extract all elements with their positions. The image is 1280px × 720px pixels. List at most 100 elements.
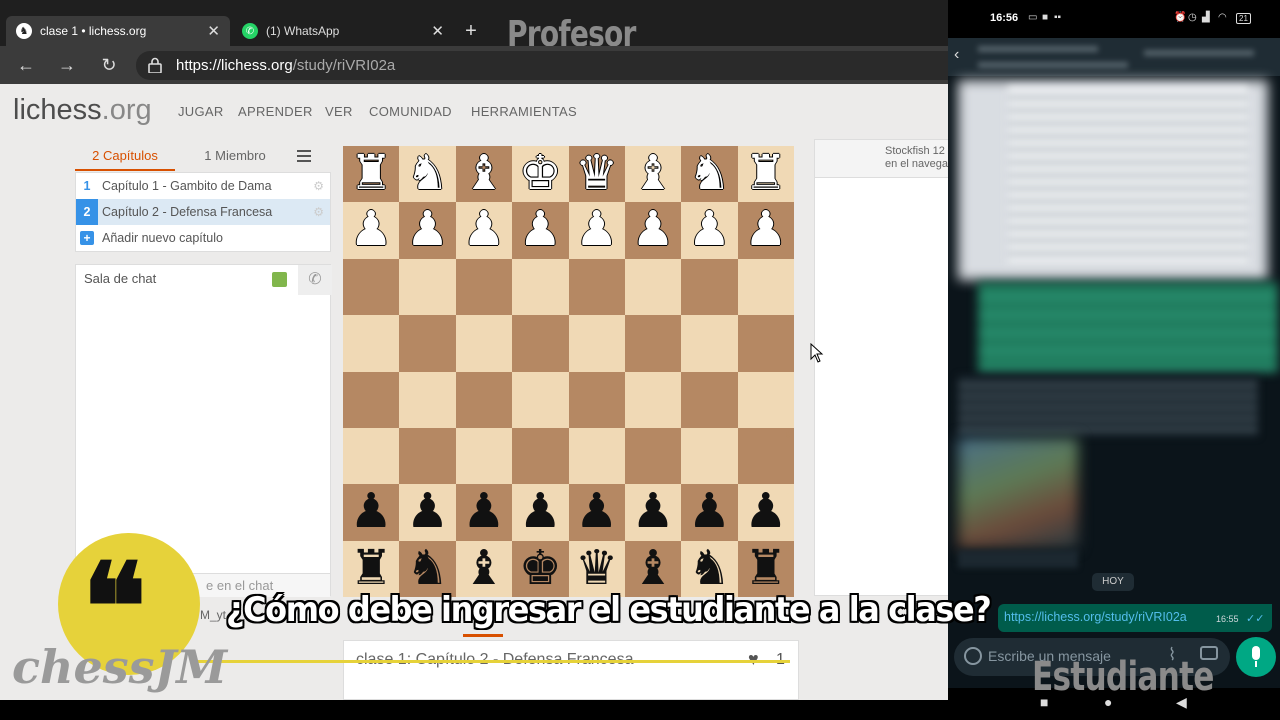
engine-name: Stockfish 12 bbox=[885, 145, 945, 157]
date-badge: HOY bbox=[1092, 573, 1134, 591]
rank-label: 7 bbox=[785, 486, 791, 497]
reload-icon[interactable]: ↻ bbox=[96, 52, 122, 78]
chat-toggle[interactable] bbox=[272, 272, 287, 287]
board-square[interactable] bbox=[624, 427, 682, 485]
chess-piece[interactable]: ♟ bbox=[625, 484, 681, 540]
signal-icon: ▟ bbox=[1202, 12, 1210, 23]
chess-piece[interactable]: ♜ bbox=[343, 540, 399, 597]
chess-piece[interactable]: ♟ bbox=[625, 202, 681, 258]
video-frame: ♞ clase 1 • lichess.org ✕ ✆ (1) WhatsApp… bbox=[0, 0, 1280, 720]
mic-button[interactable] bbox=[1236, 637, 1276, 677]
board-square[interactable] bbox=[681, 258, 738, 316]
message-link[interactable]: https://lichess.org/study/riVRI02a bbox=[1004, 610, 1187, 624]
mouse-cursor-icon bbox=[810, 343, 824, 363]
tab-chapters[interactable]: 2 Capítulos bbox=[75, 142, 175, 171]
board-square[interactable] bbox=[343, 315, 400, 372]
chess-piece[interactable]: ♟ bbox=[512, 484, 568, 540]
board-square[interactable] bbox=[681, 427, 738, 485]
board-square[interactable] bbox=[624, 258, 682, 316]
forward-icon[interactable]: → bbox=[54, 52, 80, 78]
gear-icon[interactable]: ⚙ bbox=[313, 173, 324, 199]
board-square[interactable] bbox=[624, 371, 682, 428]
chess-piece[interactable]: ♚ bbox=[512, 146, 568, 202]
chess-piece[interactable]: ♞ bbox=[681, 146, 737, 202]
board-square[interactable] bbox=[343, 427, 400, 485]
chess-piece[interactable]: ♞ bbox=[399, 146, 455, 202]
sent-message[interactable]: https://lichess.org/study/riVRI02a 16:55… bbox=[998, 604, 1272, 632]
board-square[interactable] bbox=[343, 371, 400, 428]
blurred-message bbox=[958, 550, 1078, 568]
back-arrow-icon[interactable]: ‹ bbox=[954, 46, 959, 64]
board-square[interactable] bbox=[681, 315, 738, 372]
board-square[interactable] bbox=[681, 371, 738, 428]
board-square[interactable] bbox=[455, 427, 513, 485]
chapter-item-2[interactable]: 2 Capítulo 2 - Defensa Francesa ⚙ bbox=[76, 199, 330, 225]
tab-members[interactable]: 1 Miembro bbox=[185, 142, 285, 170]
board-square[interactable] bbox=[568, 315, 625, 372]
menu-aprender[interactable]: APRENDER bbox=[238, 104, 313, 119]
board-square[interactable] bbox=[568, 371, 625, 428]
chess-piece[interactable]: ♝ bbox=[456, 146, 512, 202]
mic-stand bbox=[1255, 661, 1257, 667]
board-square[interactable] bbox=[568, 258, 625, 316]
board-square[interactable] bbox=[624, 315, 682, 372]
board-square[interactable] bbox=[512, 427, 569, 485]
gear-icon[interactable]: ⚙ bbox=[313, 199, 324, 225]
close-icon[interactable]: ✕ bbox=[207, 22, 220, 40]
board-square[interactable] bbox=[399, 427, 456, 485]
board-square[interactable] bbox=[512, 371, 569, 428]
menu-icon[interactable] bbox=[297, 150, 311, 165]
chat-username: M_yt bbox=[200, 608, 227, 622]
chess-piece[interactable]: ♞ bbox=[681, 540, 737, 597]
board-square[interactable] bbox=[455, 371, 513, 428]
chess-piece[interactable]: ♝ bbox=[456, 540, 512, 597]
board-square[interactable] bbox=[399, 315, 456, 372]
tab-title: clase 1 • lichess.org bbox=[40, 24, 147, 38]
chess-piece[interactable]: ♟ bbox=[399, 202, 455, 258]
url-text: https://lichess.org/study/riVRI02a bbox=[176, 57, 395, 74]
chess-piece[interactable]: ♟ bbox=[512, 202, 568, 258]
chess-piece[interactable]: ♟ bbox=[343, 484, 399, 540]
chess-piece[interactable]: ♟ bbox=[569, 484, 625, 540]
board-square[interactable] bbox=[568, 427, 625, 485]
chapter-item-1[interactable]: 1 Capítulo 1 - Gambito de Dama ⚙ bbox=[76, 173, 330, 199]
chess-piece[interactable]: ♟ bbox=[681, 484, 737, 540]
new-tab-button[interactable]: + bbox=[458, 18, 484, 44]
menu-ver[interactable]: VER bbox=[325, 104, 353, 119]
board-square[interactable] bbox=[455, 315, 513, 372]
chess-piece[interactable]: ♛ bbox=[569, 540, 625, 597]
emoji-icon[interactable] bbox=[964, 647, 982, 665]
chess-piece[interactable]: ♟ bbox=[569, 202, 625, 258]
tab-whatsapp[interactable]: ✆ (1) WhatsApp ✕ bbox=[232, 16, 454, 46]
chess-piece[interactable]: ♞ bbox=[399, 540, 455, 597]
chess-piece[interactable]: ♟ bbox=[681, 202, 737, 258]
rank-label: 6 bbox=[785, 429, 791, 440]
chess-board[interactable]: ♜ ♞ ♝ ♚ ♛ ♝ ♞ ♜ 1 ♟ ♟ ♟ ♟ ♟ ♟ ♟ ♟ 2 3 4 5 6 ♟ ♟ ♟ ♟ ♟ ♟ ♟ ♟ 7 ♜ ♞ ♝ ♚ ♛ ♝ ♞ ♜ 8… bbox=[343, 146, 794, 597]
chess-piece[interactable]: ♝ bbox=[625, 146, 681, 202]
close-icon[interactable]: ✕ bbox=[431, 22, 444, 40]
board-square[interactable] bbox=[343, 258, 400, 316]
board-square[interactable] bbox=[455, 258, 513, 316]
board-square[interactable] bbox=[399, 258, 456, 316]
message-time: 16:55 bbox=[1216, 614, 1239, 624]
menu-jugar[interactable]: JUGAR bbox=[178, 104, 224, 119]
chess-piece[interactable]: ♟ bbox=[399, 484, 455, 540]
address-bar[interactable]: https://lichess.org/study/riVRI02a bbox=[136, 51, 948, 80]
board-square[interactable] bbox=[512, 315, 569, 372]
board-square[interactable] bbox=[399, 371, 456, 428]
chess-piece[interactable]: ♚ bbox=[512, 540, 568, 597]
chess-piece[interactable]: ♟ bbox=[343, 202, 399, 258]
chess-piece[interactable]: ♝ bbox=[625, 540, 681, 597]
tab-lichess[interactable]: ♞ clase 1 • lichess.org ✕ bbox=[6, 16, 230, 46]
phone-icon[interactable]: ✆ bbox=[298, 265, 332, 295]
add-chapter-button[interactable]: + Añadir nuevo capítulo bbox=[76, 225, 330, 251]
chess-piece[interactable]: ♟ bbox=[456, 484, 512, 540]
chess-piece[interactable]: ♛ bbox=[569, 146, 625, 202]
lichess-logo[interactable]: lichess.org bbox=[13, 94, 152, 127]
back-icon[interactable]: ← bbox=[13, 52, 39, 78]
menu-comunidad[interactable]: COMUNIDAD bbox=[369, 104, 452, 119]
board-square[interactable] bbox=[512, 258, 569, 316]
chess-piece[interactable]: ♟ bbox=[456, 202, 512, 258]
menu-herramientas[interactable]: HERRAMIENTAS bbox=[471, 104, 577, 119]
chess-piece[interactable]: ♜ bbox=[343, 146, 399, 202]
